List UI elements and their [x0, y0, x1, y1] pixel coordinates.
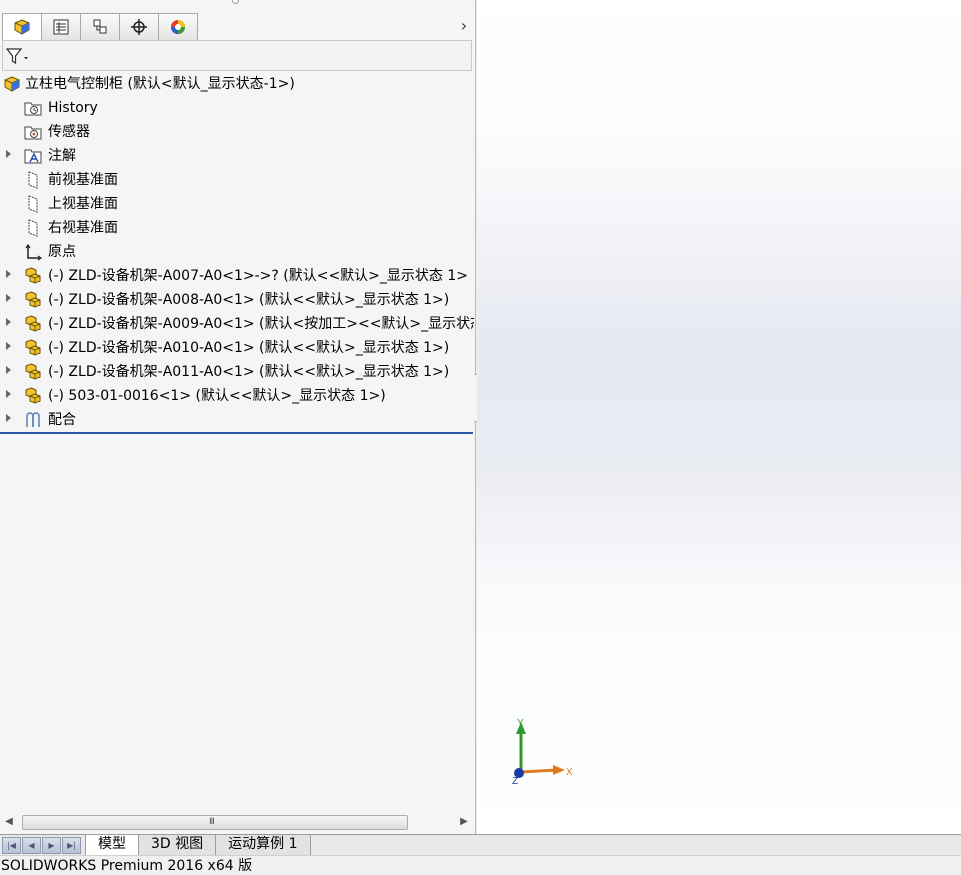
status-text: SOLIDWORKS Premium 2016 x64 版 [1, 858, 253, 874]
tab-propertymanager[interactable] [41, 13, 81, 40]
tree-item-label: (-) 503-01-0016<1> (默认<<默认>_显示状态 1>) [48, 388, 386, 404]
tab-motion-study[interactable]: 运动算例 1 [215, 835, 311, 856]
tree-item-annotations[interactable]: 注解 [0, 144, 474, 168]
tree-item-component[interactable]: (-) ZLD-设备机架-A007-A0<1>->? (默认<<默认>_显示状态… [0, 264, 474, 288]
tree-item-label: (-) ZLD-设备机架-A007-A0<1>->? (默认<<默认>_显示状态… [48, 268, 468, 284]
tree-item-label: History [48, 100, 98, 116]
bottom-tabs: 模型 3D 视图 运动算例 1 [85, 835, 311, 856]
tree-item-label: 原点 [48, 244, 76, 260]
scroll-right-icon[interactable]: ▶ [457, 815, 471, 829]
tree-item-component[interactable]: (-) ZLD-设备机架-A010-A0<1> (默认<<默认>_显示状态 1>… [0, 336, 474, 360]
mates-icon [26, 412, 40, 427]
tab-model[interactable]: 模型 [85, 835, 139, 856]
tree-item-component[interactable]: (-) ZLD-设备机架-A009-A0<1> (默认<按加工><<默认>_显示… [0, 312, 474, 336]
last-tab-icon[interactable]: ▶| [62, 837, 81, 854]
feature-manager-panel: › 立柱电气控制柜 (默认<默认_显示状态-1>) History 传感器 注解… [0, 0, 476, 834]
expand-arrow-icon[interactable] [6, 270, 11, 278]
plane-icon [28, 195, 38, 213]
tree-item-top-plane[interactable]: 上视基准面 [0, 192, 474, 216]
tab-configurationmanager[interactable] [80, 13, 120, 40]
expand-arrow-icon[interactable] [6, 294, 11, 302]
panel-resize-grip[interactable] [232, 0, 239, 4]
bottom-tab-bar: |◀ ◀ ▶ ▶| 模型 3D 视图 运动算例 1 [0, 834, 961, 856]
expand-arrow-icon[interactable] [6, 366, 11, 374]
tree-item-label: 上视基准面 [48, 196, 118, 212]
tree-root-assembly[interactable]: 立柱电气控制柜 (默认<默认_显示状态-1>) [0, 72, 474, 96]
triad-z-label: Z [512, 776, 518, 787]
scroll-track[interactable]: III [20, 814, 454, 830]
subassembly-icon [25, 291, 41, 308]
dimxpert-tab-icon [131, 19, 147, 35]
reference-triad: Y X Z [512, 718, 573, 787]
graphics-area[interactable]: Y X Z [477, 0, 961, 834]
expand-arrow-icon[interactable] [6, 342, 11, 350]
tab-dimxpert[interactable] [119, 13, 159, 40]
tab-3d-view[interactable]: 3D 视图 [138, 835, 217, 856]
configurationmanager-tab-icon [93, 19, 107, 34]
status-bar: SOLIDWORKS Premium 2016 x64 版 [0, 855, 961, 875]
subassembly-icon [25, 315, 41, 332]
tree-item-mates[interactable]: 配合 [0, 408, 474, 432]
tree-item-label: (-) ZLD-设备机架-A008-A0<1> (默认<<默认>_显示状态 1>… [48, 292, 450, 308]
tree-item-label: (-) ZLD-设备机架-A010-A0<1> (默认<<默认>_显示状态 1>… [48, 340, 450, 356]
plane-icon [28, 219, 38, 237]
plane-icon [28, 171, 38, 189]
tree-item-label: 前视基准面 [48, 172, 118, 188]
tree-item-label: (-) ZLD-设备机架-A009-A0<1> (默认<按加工><<默认>_显示… [48, 316, 474, 332]
origin-icon [25, 243, 42, 261]
tree-item-right-plane[interactable]: 右视基准面 [0, 216, 474, 240]
subassembly-icon [25, 363, 41, 380]
tab-featuremanager[interactable] [2, 13, 42, 40]
tree-item-label: 配合 [48, 412, 76, 428]
scroll-grip: III [209, 817, 215, 827]
tab-nav-buttons: |◀ ◀ ▶ ▶| [2, 837, 82, 854]
tree-item-label: (-) ZLD-设备机架-A011-A0<1> (默认<<默认>_显示状态 1>… [48, 364, 450, 380]
filter-icon [6, 48, 28, 65]
tree-item-history[interactable]: History [0, 96, 474, 120]
tree-item-label: 传感器 [48, 124, 90, 140]
tree-item-label: 立柱电气控制柜 (默认<默认_显示状态-1>) [25, 76, 295, 92]
feature-tree: 立柱电气控制柜 (默认<默认_显示状态-1>) History 传感器 注解 前… [0, 72, 474, 434]
assembly-icon [4, 76, 20, 92]
panel-tabs [2, 13, 198, 40]
propertymanager-tab-icon [53, 19, 69, 35]
history-icon [24, 102, 42, 116]
scroll-left-icon[interactable]: ◀ [2, 815, 16, 829]
triad-x-label: X [566, 767, 573, 778]
subassembly-icon [25, 387, 41, 404]
tab-displaymanager[interactable] [158, 13, 198, 40]
first-tab-icon[interactable]: |◀ [2, 837, 21, 854]
expand-arrow-icon[interactable] [6, 318, 11, 326]
expand-arrow-icon[interactable] [6, 390, 11, 398]
tree-item-label: 右视基准面 [48, 220, 118, 236]
tree-item-origin[interactable]: 原点 [0, 240, 474, 264]
annotation-icon [24, 149, 42, 164]
prev-tab-icon[interactable]: ◀ [22, 837, 41, 854]
triad-y-label: Y [517, 718, 524, 729]
featuremanager-tab-icon [14, 19, 30, 35]
tree-item-component[interactable]: (-) ZLD-设备机架-A008-A0<1> (默认<<默认>_显示状态 1>… [0, 288, 474, 312]
subassembly-icon [25, 339, 41, 356]
tree-item-component[interactable]: (-) 503-01-0016<1> (默认<<默认>_显示状态 1>) [0, 384, 474, 408]
tree-item-component[interactable]: (-) ZLD-设备机架-A011-A0<1> (默认<<默认>_显示状态 1>… [0, 360, 474, 384]
horizontal-scrollbar[interactable]: ◀ III ▶ [0, 812, 474, 832]
tabs-scroll-right-icon[interactable]: › [456, 16, 472, 36]
tree-item-front-plane[interactable]: 前视基准面 [0, 168, 474, 192]
expand-arrow-icon[interactable] [6, 414, 11, 422]
tree-item-label: 注解 [48, 148, 76, 164]
scroll-thumb[interactable]: III [22, 815, 408, 830]
expand-arrow-icon[interactable] [6, 150, 11, 158]
tree-item-sensors[interactable]: 传感器 [0, 120, 474, 144]
tree-end-marker [0, 432, 473, 434]
sensor-icon [24, 126, 42, 140]
subassembly-icon [25, 267, 41, 284]
next-tab-icon[interactable]: ▶ [42, 837, 61, 854]
tree-filter[interactable] [2, 40, 472, 71]
displaymanager-tab-icon [171, 20, 185, 34]
